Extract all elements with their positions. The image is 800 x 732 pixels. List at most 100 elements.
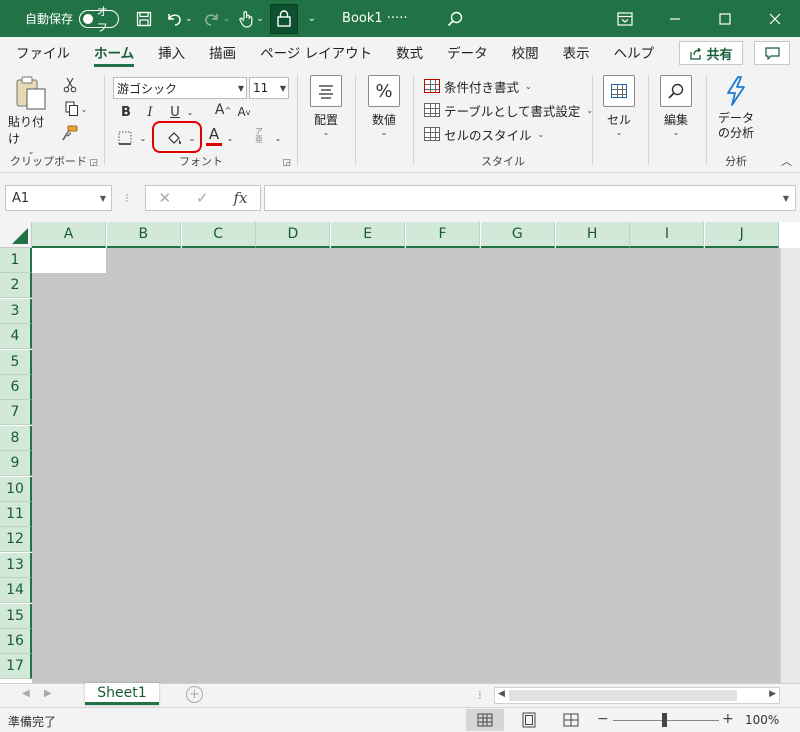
borders-icon[interactable] bbox=[115, 127, 135, 149]
scroll-right-icon[interactable]: ▶ bbox=[769, 689, 776, 699]
maximize-icon[interactable] bbox=[700, 0, 750, 37]
undo-caret-icon[interactable]: ⌄ bbox=[185, 14, 193, 24]
row-header-7[interactable]: 7 bbox=[0, 400, 32, 426]
underline-button[interactable]: U bbox=[165, 101, 185, 123]
row-header-5[interactable]: 5 bbox=[0, 349, 32, 375]
autosave-toggle[interactable]: オフ bbox=[79, 5, 120, 34]
column-header-b[interactable]: B bbox=[106, 222, 181, 248]
minimize-icon[interactable] bbox=[650, 0, 700, 37]
search-icon[interactable] bbox=[447, 4, 463, 34]
column-header-d[interactable]: D bbox=[256, 222, 331, 248]
close-icon[interactable] bbox=[750, 0, 800, 37]
zoom-slider-thumb[interactable] bbox=[662, 713, 667, 727]
row-header-4[interactable]: 4 bbox=[0, 324, 32, 350]
row-header-10[interactable]: 10 bbox=[0, 476, 32, 502]
row-header-6[interactable]: 6 bbox=[0, 375, 32, 400]
tab-insert[interactable]: 挿入 bbox=[146, 42, 197, 69]
row-header-11[interactable]: 11 bbox=[0, 502, 32, 527]
row-header-15[interactable]: 15 bbox=[0, 603, 32, 629]
font-size-select[interactable]: 11 ▼ bbox=[249, 77, 289, 99]
row-header-1[interactable]: 1 bbox=[0, 248, 32, 273]
undo-icon[interactable]: ⌄ bbox=[165, 4, 193, 34]
increase-font-button[interactable]: A ^ bbox=[213, 99, 233, 121]
phonetic-button[interactable]: ア 亜 bbox=[251, 125, 267, 147]
font-color-caret-icon[interactable]: ⌄ bbox=[225, 127, 235, 149]
enter-icon[interactable]: ✓ bbox=[196, 189, 209, 207]
column-header-j[interactable]: J bbox=[705, 222, 780, 248]
column-header-i[interactable]: I bbox=[630, 222, 705, 248]
touch-caret-icon[interactable]: ⌄ bbox=[256, 14, 264, 24]
row-header-2[interactable]: 2 bbox=[0, 273, 32, 299]
column-header-e[interactable]: E bbox=[331, 222, 406, 248]
add-sheet-icon[interactable]: + bbox=[186, 686, 203, 703]
redo-icon[interactable]: ⌄ bbox=[203, 4, 231, 34]
zoom-out-icon[interactable]: − bbox=[597, 711, 609, 727]
tab-view[interactable]: 表示 bbox=[551, 42, 602, 69]
clipboard-launcher-icon[interactable]: ◲ bbox=[89, 158, 98, 168]
share-button[interactable]: 共有 bbox=[679, 41, 743, 65]
tab-home[interactable]: ホーム bbox=[82, 42, 146, 69]
next-sheet-icon[interactable]: ▶ bbox=[44, 688, 52, 699]
underline-caret-icon[interactable]: ⌄ bbox=[185, 101, 195, 123]
lock-icon[interactable] bbox=[269, 3, 298, 34]
bold-button[interactable]: B bbox=[117, 101, 135, 123]
tab-draw[interactable]: 描画 bbox=[197, 42, 248, 69]
formula-input[interactable]: ▼ bbox=[264, 185, 796, 211]
row-header-9[interactable]: 9 bbox=[0, 451, 32, 477]
customize-qat-icon[interactable]: ⌄ bbox=[308, 4, 316, 34]
redo-caret-icon[interactable]: ⌄ bbox=[223, 14, 231, 24]
cancel-icon[interactable]: ✕ bbox=[158, 189, 171, 207]
row-header-8[interactable]: 8 bbox=[0, 425, 32, 451]
number-format-button[interactable]: % 数値 ⌄ bbox=[363, 75, 405, 137]
font-launcher-icon[interactable]: ◲ bbox=[282, 158, 291, 168]
save-icon[interactable] bbox=[133, 4, 155, 34]
scroll-thumb[interactable] bbox=[509, 690, 737, 701]
font-name-select[interactable]: 游ゴシック ▼ bbox=[113, 77, 247, 99]
page-layout-view-icon[interactable] bbox=[510, 709, 548, 731]
horizontal-scrollbar[interactable]: ◀ ▶ bbox=[494, 687, 780, 704]
page-break-view-icon[interactable] bbox=[552, 709, 590, 731]
splitter-handle[interactable]: ⁝ bbox=[125, 191, 129, 205]
italic-button[interactable]: I bbox=[141, 101, 159, 123]
active-cell-a1[interactable] bbox=[32, 248, 106, 273]
cell-area[interactable] bbox=[32, 248, 780, 683]
sheet-tab-sheet1[interactable]: Sheet1 bbox=[85, 683, 159, 705]
vertical-scrollbar[interactable] bbox=[780, 248, 800, 683]
tab-help[interactable]: ヘルプ bbox=[602, 42, 667, 69]
row-header-13[interactable]: 13 bbox=[0, 552, 32, 578]
row-header-14[interactable]: 14 bbox=[0, 578, 32, 604]
column-header-g[interactable]: G bbox=[480, 222, 555, 248]
cut-icon[interactable] bbox=[60, 75, 80, 95]
insert-function-icon[interactable]: fx bbox=[234, 189, 248, 207]
collapse-ribbon-icon[interactable]: ︿ bbox=[781, 153, 792, 169]
borders-caret-icon[interactable]: ⌄ bbox=[138, 127, 148, 149]
column-header-f[interactable]: F bbox=[406, 222, 480, 248]
phonetic-caret-icon[interactable]: ⌄ bbox=[273, 127, 283, 149]
column-header-a[interactable]: A bbox=[32, 222, 106, 248]
tab-splitter-handle[interactable]: ⁝ bbox=[478, 688, 482, 702]
zoom-level[interactable]: 100% bbox=[745, 713, 779, 727]
column-header-h[interactable]: H bbox=[555, 222, 630, 248]
tab-data[interactable]: データ bbox=[435, 42, 500, 69]
font-color-button[interactable]: A bbox=[205, 125, 223, 147]
zoom-in-icon[interactable]: + bbox=[722, 711, 734, 727]
touch-mode-icon[interactable]: ⌄ bbox=[238, 4, 264, 34]
editing-button[interactable]: 編集 ⌄ bbox=[654, 75, 698, 137]
name-box[interactable]: A1 ▼ bbox=[5, 185, 112, 211]
prev-sheet-icon[interactable]: ◀ bbox=[22, 688, 30, 699]
row-header-3[interactable]: 3 bbox=[0, 298, 32, 324]
comments-button[interactable] bbox=[754, 41, 790, 65]
tab-file[interactable]: ファイル bbox=[4, 42, 82, 69]
tab-formulas[interactable]: 数式 bbox=[384, 42, 435, 69]
row-header-17[interactable]: 17 bbox=[0, 654, 32, 680]
normal-view-icon[interactable] bbox=[466, 709, 504, 731]
alignment-button[interactable]: 配置 ⌄ bbox=[305, 75, 347, 137]
decrease-font-button[interactable]: Av bbox=[235, 101, 253, 123]
column-header-c[interactable]: C bbox=[181, 222, 256, 248]
cells-button[interactable]: セル ⌄ bbox=[598, 75, 640, 137]
row-header-12[interactable]: 12 bbox=[0, 527, 32, 553]
tab-review[interactable]: 校閲 bbox=[500, 42, 551, 69]
tab-page-layout[interactable]: ページ レイアウト bbox=[248, 42, 384, 69]
copy-icon[interactable]: ⌄ bbox=[60, 99, 92, 119]
select-all-button[interactable] bbox=[0, 222, 32, 248]
